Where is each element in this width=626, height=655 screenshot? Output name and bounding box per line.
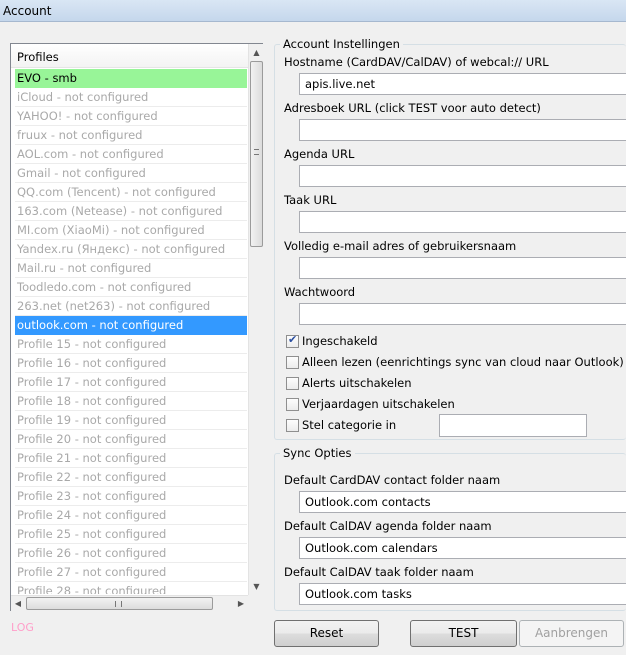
- log-link[interactable]: LOG: [11, 621, 34, 634]
- password-input[interactable]: [299, 303, 626, 325]
- profile-list-item[interactable]: Profile 20 - not configured: [15, 430, 247, 449]
- title-bar: Account: [0, 0, 626, 22]
- profile-list-item[interactable]: Profile 24 - not configured: [15, 506, 247, 525]
- task-url-input[interactable]: [299, 211, 626, 233]
- contact-folder-input[interactable]: Outlook.com contacts: [299, 491, 626, 513]
- email-label: Volledig e-mail adres of gebruikersnaam: [284, 239, 517, 253]
- profile-items: EVO - smb iCloud - not configured YAHOO! -…: [15, 69, 247, 594]
- account-settings-title: Account Instellingen: [280, 37, 403, 51]
- scroll-down-icon[interactable]: ▼: [249, 578, 264, 595]
- vertical-scrollbar[interactable]: ▲ ▼: [248, 44, 263, 595]
- profile-list-item[interactable]: 263.net (net263) - not configured: [15, 297, 247, 316]
- calendar-folder-label: Default CalDAV agenda folder naam: [284, 519, 492, 533]
- profile-list-item[interactable]: Profile 25 - not configured: [15, 525, 247, 544]
- disable-birthdays-checkbox[interactable]: [286, 398, 299, 411]
- hostname-input[interactable]: apis.live.net: [299, 73, 626, 95]
- category-input[interactable]: [439, 414, 587, 437]
- profile-list-item[interactable]: Profile 19 - not configured: [15, 411, 247, 430]
- profile-list-item[interactable]: Profile 15 - not configured: [15, 335, 247, 354]
- test-button[interactable]: TEST: [410, 620, 517, 647]
- calendar-folder-input[interactable]: Outlook.com calendars: [299, 537, 626, 559]
- profile-list-item[interactable]: iCloud - not configured: [15, 88, 247, 107]
- sync-options-title: Sync Opties: [280, 446, 355, 460]
- profile-list-item[interactable]: QQ.com (Tencent) - not configured: [15, 183, 247, 202]
- profile-list-item[interactable]: Profile 16 - not configured: [15, 354, 247, 373]
- profile-list-item[interactable]: Profile 17 - not configured: [15, 373, 247, 392]
- scroll-left-icon[interactable]: ◀: [11, 596, 25, 612]
- profile-list-item[interactable]: Mail.ru - not configured: [15, 259, 247, 278]
- task-folder-label: Default CalDAV taak folder naam: [284, 565, 474, 579]
- scrollbar-corner: [248, 595, 263, 611]
- hostname-label: Hostname (CardDAV/CalDAV) of webcal:// U…: [284, 55, 549, 69]
- calendar-url-input[interactable]: [299, 165, 626, 187]
- scroll-thumb-horizontal[interactable]: [26, 597, 213, 610]
- profile-list-item[interactable]: Profile 27 - not configured: [15, 563, 247, 582]
- enabled-checkbox[interactable]: ✔: [286, 333, 299, 348]
- profiles-header: Profiles: [11, 44, 248, 68]
- apply-button[interactable]: Aanbrengen: [519, 620, 624, 647]
- email-input[interactable]: [299, 257, 626, 279]
- profile-list-item[interactable]: EVO - smb: [15, 69, 247, 88]
- profile-list-item[interactable]: fruux - not configured: [15, 126, 247, 145]
- profile-list-item[interactable]: outlook.com - not configured: [15, 316, 247, 335]
- profile-list-item[interactable]: YAHOO! - not configured: [15, 107, 247, 126]
- contact-folder-label: Default CardDAV contact folder naam: [284, 473, 501, 487]
- password-label: Wachtwoord: [284, 285, 356, 299]
- addressbook-url-label: Adresboek URL (click TEST voor auto dete…: [284, 101, 541, 115]
- profile-list-item[interactable]: Toodledo.com - not configured: [15, 278, 247, 297]
- profile-list-item[interactable]: MI.com (XiaoMi) - not configured: [15, 221, 247, 240]
- checkmark-icon: ✔: [288, 333, 298, 346]
- addressbook-url-input[interactable]: [299, 119, 626, 141]
- profile-list-item[interactable]: Yandex.ru (Яндекс) - not configured: [15, 240, 247, 259]
- window-title: Account: [3, 4, 52, 18]
- task-folder-input[interactable]: Outlook.com tasks: [299, 583, 626, 605]
- profile-list-item[interactable]: Gmail - not configured: [15, 164, 247, 183]
- disable-alerts-checkbox-label: Alerts uitschakelen: [302, 376, 412, 390]
- profile-list-item[interactable]: Profile 22 - not configured: [15, 468, 247, 487]
- profiles-header-label: Profiles: [17, 50, 59, 64]
- scroll-up-icon[interactable]: ▲: [249, 44, 264, 61]
- profile-list-item[interactable]: 163.com (Netease) - not configured: [15, 202, 247, 221]
- calendar-url-label: Agenda URL: [284, 147, 355, 161]
- scroll-right-icon[interactable]: ▶: [234, 596, 248, 612]
- profile-list-item[interactable]: Profile 23 - not configured: [15, 487, 247, 506]
- profile-list-item[interactable]: Profile 18 - not configured: [15, 392, 247, 411]
- disable-alerts-checkbox[interactable]: [286, 377, 299, 390]
- enabled-checkbox-label: Ingeschakeld: [302, 334, 378, 348]
- task-url-label: Taak URL: [284, 193, 337, 207]
- readonly-checkbox-label: Alleen lezen (eenrichtings sync van clou…: [302, 355, 624, 369]
- disable-birthdays-checkbox-label: Verjaardagen uitschakelen: [302, 397, 455, 411]
- profiles-list[interactable]: Profiles EVO - smb iCloud - not configure…: [10, 43, 263, 611]
- set-category-checkbox[interactable]: [286, 419, 299, 432]
- reset-button[interactable]: Reset: [274, 620, 379, 647]
- readonly-checkbox[interactable]: [286, 356, 299, 369]
- profile-list-item[interactable]: Profile 28 - not configured: [15, 582, 247, 594]
- profile-list-item[interactable]: AOL.com - not configured: [15, 145, 247, 164]
- horizontal-scrollbar[interactable]: ◀ ▶: [11, 595, 248, 611]
- scroll-thumb-vertical[interactable]: [250, 61, 263, 247]
- set-category-checkbox-label: Stel categorie in: [302, 418, 397, 432]
- profile-list-item[interactable]: Profile 26 - not configured: [15, 544, 247, 563]
- profile-list-item[interactable]: Profile 21 - not configured: [15, 449, 247, 468]
